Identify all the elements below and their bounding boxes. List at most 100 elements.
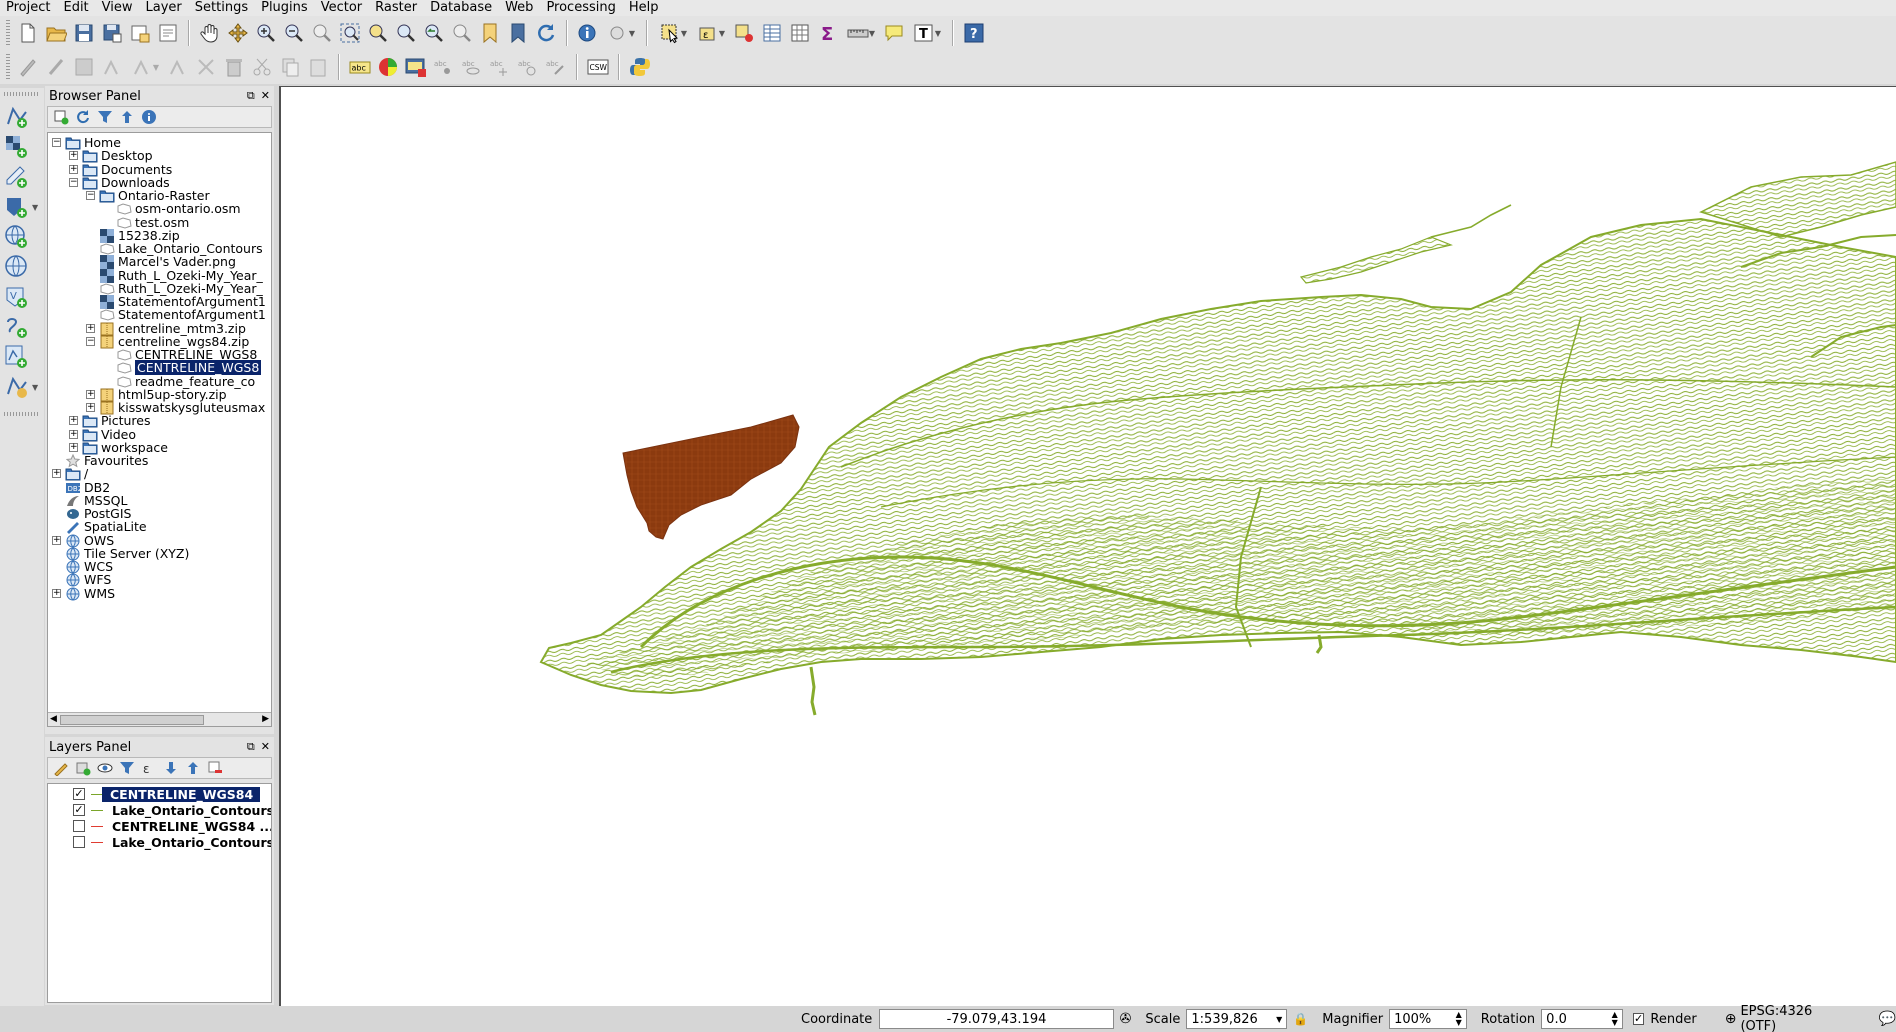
expand-plus-icon[interactable]: + (69, 151, 78, 161)
render-checkbox[interactable]: ✓ (1632, 1013, 1645, 1025)
vertex-tool-icon[interactable] (166, 55, 190, 79)
browser-item[interactable]: StatementofArgument1 (48, 307, 271, 322)
browser-item[interactable]: Lake_Ontario_Contours (48, 241, 271, 256)
expand-plus-icon[interactable]: + (69, 429, 78, 439)
chevron-down-icon[interactable]: ▼ (1276, 1015, 1282, 1024)
select-features-icon[interactable]: ▼ (656, 21, 690, 45)
expand-plus-icon[interactable]: + (52, 469, 61, 479)
layer-visibility-checkbox[interactable]: ✓ (73, 788, 85, 800)
collapse-minus-icon[interactable]: − (69, 177, 78, 187)
metasearch-csw-icon[interactable]: CSW (586, 55, 610, 79)
style-manager-icon[interactable] (52, 759, 70, 777)
save-edits-icon[interactable] (72, 55, 96, 79)
scroll-right-arrow-icon[interactable]: ▶ (262, 714, 269, 724)
show-hide-labels-icon[interactable]: abc (460, 55, 484, 79)
zoom-to-layer-icon[interactable] (394, 21, 418, 45)
filter-expression-icon[interactable]: ε (140, 759, 158, 777)
change-label-icon[interactable]: abc (544, 55, 568, 79)
toolbar-grip[interactable] (6, 20, 10, 46)
crs-globe-icon[interactable]: ⊕ (1725, 1011, 1737, 1027)
collapse-minus-icon[interactable]: − (86, 191, 95, 200)
layer-row[interactable]: CENTRELINE_WGS84 ... (48, 819, 271, 835)
lock-scale-icon[interactable]: 🔒 (1293, 1012, 1308, 1026)
menu-database[interactable]: Database (424, 0, 499, 16)
browser-item[interactable]: + Desktop (48, 148, 271, 163)
browser-item[interactable]: + workspace (48, 440, 271, 455)
expand-all-icon[interactable] (162, 759, 180, 777)
toggle-extents-icon[interactable]: ✇ (1120, 1011, 1132, 1027)
manage-map-themes-icon[interactable] (96, 759, 114, 777)
browser-item[interactable]: Marcel's Vader.png (48, 254, 271, 270)
browser-item[interactable]: + Video (48, 427, 271, 442)
expand-plus-icon[interactable]: + (86, 389, 95, 399)
browser-item[interactable]: + WMS (48, 586, 271, 601)
identify-features-icon[interactable] (576, 21, 600, 45)
menu-processing[interactable]: Processing (540, 0, 622, 16)
browser-item[interactable]: readme_feature_co (48, 374, 271, 389)
browser-item[interactable]: + / (48, 466, 271, 481)
refresh-icon[interactable] (534, 21, 558, 45)
measure-line-icon[interactable]: ▼ (844, 21, 878, 45)
browser-item[interactable]: DB2 DB2 (48, 480, 271, 495)
properties-info-icon[interactable] (140, 108, 158, 126)
menu-view[interactable]: View (96, 0, 140, 16)
layer-row[interactable]: ✓ Lake_Ontario_Contours (48, 803, 271, 819)
pan-to-selection-icon[interactable] (226, 21, 250, 45)
python-console-icon[interactable] (628, 55, 652, 79)
expand-plus-icon[interactable]: + (86, 323, 95, 333)
add-wcs-layer-icon[interactable] (0, 252, 44, 282)
browser-item[interactable]: − Ontario-Raster (48, 188, 271, 203)
menu-raster[interactable]: Raster (369, 0, 424, 16)
add-database-layer-icon[interactable]: ▼ (0, 192, 44, 222)
add-raster-layer-icon[interactable] (0, 132, 44, 162)
browser-item[interactable]: 15238.zip (48, 228, 271, 243)
highlight-label-icon[interactable] (404, 55, 428, 79)
new-bookmark-icon[interactable] (478, 21, 502, 45)
add-wms-layer-icon[interactable] (0, 222, 44, 252)
collapse-all-layers-icon[interactable] (184, 759, 202, 777)
deselect-features-icon[interactable] (732, 21, 756, 45)
browser-item[interactable]: test.osm (48, 215, 271, 230)
show-bookmarks-icon[interactable] (506, 21, 530, 45)
close-panel-icon[interactable]: ✕ (261, 740, 270, 754)
new-project-icon[interactable] (16, 21, 40, 45)
add-group-icon[interactable] (74, 759, 92, 777)
paste-features-icon[interactable] (306, 55, 330, 79)
zoom-to-selection-icon[interactable] (366, 21, 390, 45)
browser-item[interactable]: CENTRELINE_WGS8 (48, 360, 271, 376)
map-canvas[interactable] (279, 86, 1896, 1006)
menu-web[interactable]: Web (499, 0, 540, 16)
layers-tree[interactable]: ✓ CENTRELINE_WGS84 ✓ Lake_Ontario_Contours C… (47, 783, 272, 1003)
spinner-arrows-icon[interactable]: ▲ ▼ (1612, 1011, 1618, 1027)
expand-plus-icon[interactable]: + (69, 442, 78, 452)
browser-item[interactable]: Ruth_L_Ozeki-My_Year_ (48, 268, 271, 283)
browser-item[interactable]: SpatiaLite (48, 519, 271, 535)
rotation-spinbox[interactable]: 0.0 ▲ ▼ (1541, 1009, 1623, 1029)
layout-manager-icon[interactable] (156, 21, 180, 45)
refresh-browser-icon[interactable] (74, 108, 92, 126)
zoom-1-1-icon[interactable] (310, 21, 334, 45)
menu-help[interactable]: Help (623, 0, 666, 16)
scale-combobox[interactable]: 1:539,826 ▼ (1186, 1009, 1288, 1029)
expand-plus-icon[interactable]: + (52, 588, 61, 598)
zoom-next-icon[interactable] (450, 21, 474, 45)
expand-plus-icon[interactable]: + (52, 535, 61, 545)
menu-plugins[interactable]: Plugins (255, 0, 315, 16)
crs-label[interactable]: EPSG:4326 (OTF) (1740, 1004, 1848, 1032)
add-virtual-layer-icon[interactable] (0, 312, 44, 342)
select-by-value-icon[interactable]: ε ▼ (694, 21, 728, 45)
move-feature-icon[interactable] (194, 55, 218, 79)
float-panel-icon[interactable]: ⧉ (247, 740, 255, 754)
browser-item[interactable]: Ruth_L_Ozeki-My_Year_ (48, 281, 271, 296)
attribute-table-icon[interactable] (760, 21, 784, 45)
delete-selected-icon[interactable] (222, 55, 246, 79)
layer-row[interactable]: ✓ CENTRELINE_WGS84 (48, 787, 271, 803)
save-as-icon[interactable] (100, 21, 124, 45)
digitize-shape-icon[interactable]: ▼ (128, 55, 162, 79)
toggle-editing-icon[interactable] (44, 55, 68, 79)
browser-item[interactable]: + Documents (48, 162, 271, 177)
toolbar-grip[interactable] (6, 54, 10, 80)
action-dropdown-icon[interactable]: ▼ (604, 21, 638, 45)
magnifier-spinbox[interactable]: 100% ▲ ▼ (1389, 1009, 1467, 1029)
coordinate-field[interactable]: -79.079,43.194 (879, 1009, 1114, 1029)
